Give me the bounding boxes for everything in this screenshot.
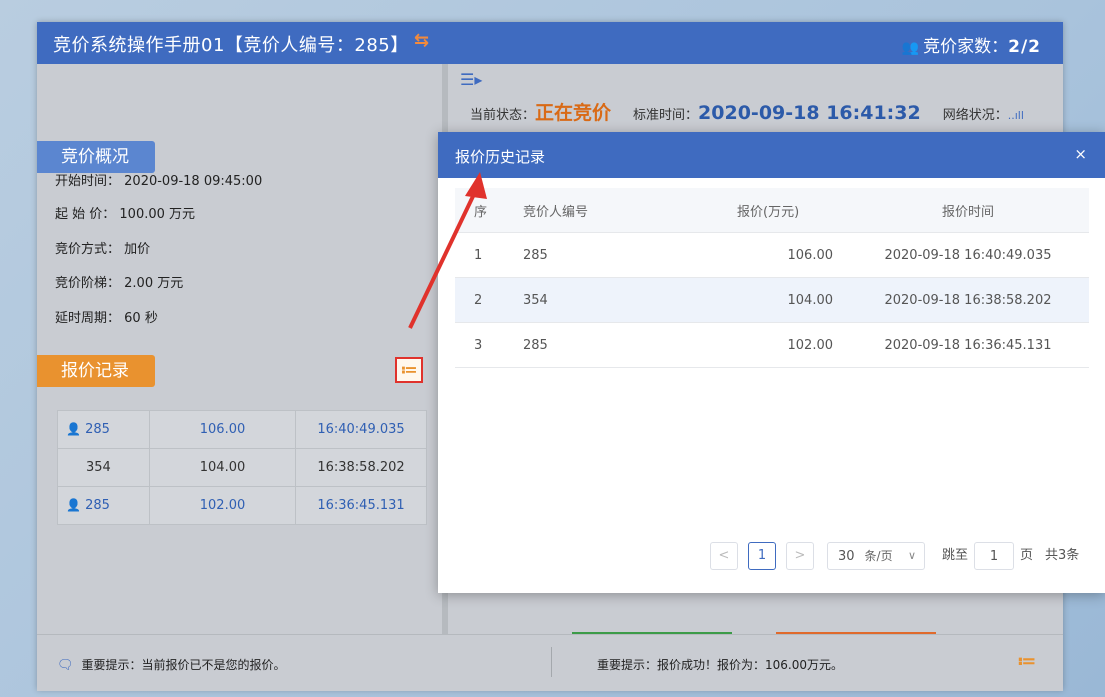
- table-header-row: 序 竞价人编号 报价(万元) 报价时间: [455, 188, 1089, 233]
- page-jump: 跳至 1 页: [942, 542, 1033, 570]
- bid-history-table: 序 竞价人编号 报价(万元) 报价时间 1 285 106.00 2020-09…: [455, 188, 1089, 368]
- network-label: 网络状况：: [942, 108, 1008, 123]
- bid-history-modal: 报价历史记录 × 序 竞价人编号 报价(万元) 报价时间 1 285 106.0…: [438, 132, 1105, 593]
- user-icon: 👤: [66, 422, 81, 436]
- col-price: 报价(万元): [651, 188, 847, 233]
- overview-heading: 竞价概况: [37, 141, 155, 173]
- table-row: 3 285 102.00 2020-09-18 16:36:45.131: [455, 322, 1089, 368]
- users-icon: 👥: [901, 40, 920, 56]
- info-bid-step: 竞价阶梯： 2.00 万元: [55, 276, 184, 291]
- info-start-price: 起 始 价： 100.00 万元: [55, 207, 196, 222]
- user-icon: 👤: [66, 498, 81, 512]
- signal-icon: ..ıll: [1007, 109, 1024, 122]
- time-label: 标准时间：: [633, 108, 699, 123]
- state-label: 当前状态：: [470, 108, 536, 123]
- col-time: 报价时间: [847, 188, 1089, 233]
- footer-divider: [551, 647, 552, 677]
- col-seq: 序: [455, 188, 501, 233]
- footer-bar: 🗨 重要提示：当前报价已不是您的报价。 重要提示：报价成功！报价为：106.00万…: [37, 634, 1063, 691]
- menu-toggle-icon[interactable]: ☰▸: [460, 70, 482, 89]
- table-row: 1 285 106.00 2020-09-18 16:40:49.035: [455, 232, 1089, 278]
- next-page-button[interactable]: >: [786, 542, 814, 570]
- window-title: 竞价系统操作手册01【竞价人编号：285】: [53, 35, 409, 56]
- page-size-select[interactable]: 30 条/页 ∨: [827, 542, 925, 570]
- table-row: 👤 285 106.00 16:40:49.035: [57, 410, 427, 449]
- left-panel: 竞价概况 开始时间： 2020-09-18 09:45:00 起 始 价： 10…: [37, 64, 442, 634]
- close-icon[interactable]: ×: [1074, 145, 1087, 163]
- switch-icon[interactable]: ⇆: [414, 30, 429, 51]
- status-bar: 当前状态：正在竞价 标准时间：2020-09-18 16:41:32 网络状况：..…: [470, 98, 1024, 125]
- prev-page-button[interactable]: <: [710, 542, 738, 570]
- col-bidder: 竞价人编号: [501, 188, 651, 233]
- bid-records-heading: 报价记录: [37, 355, 155, 387]
- bidder-count-label: 竞价家数：: [923, 37, 1009, 57]
- bid-records-table: 👤 285 106.00 16:40:49.035 354 104.00 16:…: [57, 410, 427, 525]
- left-notice: 🗨 重要提示：当前报价已不是您的报价。: [57, 658, 286, 673]
- info-bid-mode: 竞价方式： 加价: [55, 242, 151, 257]
- title-bar: 竞价系统操作手册01【竞价人编号：285】 ⇆ 👥 竞价家数：2/2: [37, 22, 1063, 64]
- page-jump-input[interactable]: 1: [974, 542, 1015, 570]
- total-count: 共3条: [1045, 548, 1080, 563]
- table-row: 2 354 104.00 2020-09-18 16:38:58.202: [455, 277, 1089, 323]
- list-icon-button[interactable]: ≔: [395, 357, 423, 383]
- table-row: 👤 285 102.00 16:36:45.131: [57, 486, 427, 525]
- list-icon[interactable]: ≔: [1017, 651, 1036, 672]
- message-icon: 🗨: [57, 658, 74, 673]
- modal-header: 报价历史记录 ×: [438, 132, 1105, 178]
- right-notice: 重要提示：报价成功！报价为：106.00万元。: [597, 658, 843, 672]
- info-delay-period: 延时周期： 60 秒: [55, 311, 158, 326]
- bidder-count-value: 2/2: [1008, 37, 1041, 57]
- bidder-count: 👥 竞价家数：2/2: [902, 32, 1041, 57]
- info-start-time: 开始时间： 2020-09-18 09:45:00: [55, 174, 263, 189]
- page-button-1[interactable]: 1: [748, 542, 776, 570]
- time-value: 2020-09-18 16:41:32: [698, 102, 921, 124]
- table-row: 354 104.00 16:38:58.202: [57, 448, 427, 487]
- state-value: 正在竞价: [535, 102, 612, 124]
- modal-title: 报价历史记录: [455, 148, 546, 166]
- chevron-down-icon: ∨: [907, 549, 916, 562]
